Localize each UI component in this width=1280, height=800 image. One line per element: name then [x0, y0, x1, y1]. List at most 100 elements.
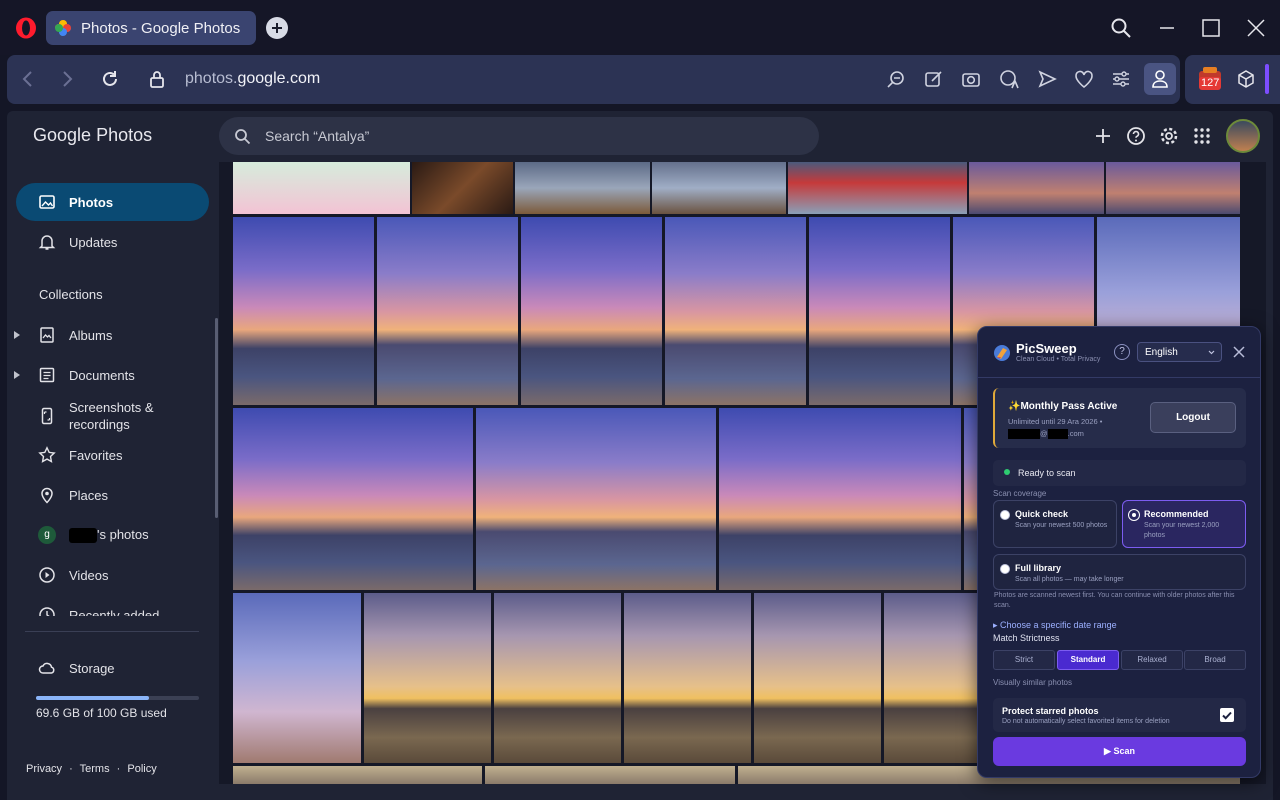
sidebar-item-albums[interactable]: Albums: [13, 316, 209, 354]
close-icon[interactable]: [1233, 346, 1245, 358]
radio-button[interactable]: [1000, 510, 1010, 520]
settings-sliders-icon[interactable]: [1110, 68, 1132, 90]
sidebar-item-photos[interactable]: Photos: [16, 183, 209, 221]
extensions-bar: 127: [1185, 55, 1280, 104]
sidebar-item-videos[interactable]: Videos: [16, 556, 209, 594]
photo-thumbnail[interactable]: [494, 593, 621, 763]
forward-icon[interactable]: [56, 68, 78, 90]
sidebar-item-documents[interactable]: Documents: [13, 356, 209, 394]
sidebar-toggle-indicator[interactable]: [1265, 64, 1269, 94]
photo-icon: [39, 195, 55, 209]
photo-thumbnail[interactable]: [233, 593, 361, 763]
strictness-strict[interactable]: Strict: [993, 650, 1055, 670]
photo-thumbnail[interactable]: [476, 408, 716, 590]
sidebar-item-updates[interactable]: Updates: [16, 223, 209, 261]
sidebar-item-recently-added[interactable]: Recently added: [16, 596, 209, 616]
strictness-relaxed[interactable]: Relaxed: [1121, 650, 1183, 670]
photo-thumbnail[interactable]: [754, 593, 881, 763]
edit-icon[interactable]: [923, 68, 945, 90]
profile-button[interactable]: [1144, 63, 1176, 95]
extensions-cube-icon[interactable]: [1236, 69, 1256, 89]
photo-thumbnail[interactable]: [809, 217, 950, 405]
photo-thumbnail[interactable]: [412, 162, 513, 214]
scan-coverage-label: Scan coverage: [993, 489, 1047, 498]
expand-caret-icon[interactable]: [13, 330, 21, 340]
photo-thumbnail[interactable]: [233, 408, 473, 590]
strictness-standard[interactable]: Standard: [1057, 650, 1119, 670]
sidebar-divider: [25, 631, 199, 632]
url-domain: google.com: [237, 70, 321, 87]
photo-thumbnail[interactable]: [624, 593, 751, 763]
terms-link[interactable]: Terms: [80, 763, 110, 775]
storage-used-text: 69.6 GB of 100 GB used: [36, 706, 167, 720]
option-title: Quick check: [1015, 509, 1069, 519]
photo-thumbnail[interactable]: [788, 162, 967, 214]
photo-thumbnail[interactable]: [665, 217, 806, 405]
language-select[interactable]: English: [1137, 342, 1222, 362]
opera-logo-icon[interactable]: [14, 16, 38, 40]
tab-search-icon[interactable]: [1109, 16, 1133, 40]
photo-thumbnail[interactable]: [719, 408, 961, 590]
photo-thumbnail[interactable]: [1106, 162, 1240, 214]
logout-button[interactable]: Logout: [1150, 402, 1236, 433]
send-icon[interactable]: [1036, 68, 1058, 90]
photo-thumbnail[interactable]: [233, 162, 410, 214]
photo-thumbnail[interactable]: [969, 162, 1104, 214]
option-full-library[interactable]: Full library Scan all photos — may take …: [993, 554, 1246, 590]
close-window-icon[interactable]: [1244, 16, 1268, 40]
policy-link[interactable]: Policy: [127, 763, 156, 775]
scan-button[interactable]: ▶ Scan: [993, 737, 1246, 766]
date-range-toggle[interactable]: ▸ Choose a specific date range: [993, 620, 1117, 631]
camera-icon[interactable]: [960, 68, 982, 90]
photo-thumbnail[interactable]: [377, 217, 518, 405]
url-text[interactable]: photos.google.com: [185, 70, 320, 88]
sidebar-item-label: Photos: [69, 194, 114, 210]
photo-thumbnail[interactable]: [485, 766, 735, 784]
album-icon: [40, 327, 54, 343]
minimize-icon[interactable]: [1155, 16, 1179, 40]
sidebar-item-favorites[interactable]: Favorites: [16, 436, 209, 474]
apps-grid-icon[interactable]: [1192, 126, 1212, 146]
sidebar-item-storage[interactable]: Storage: [16, 649, 209, 687]
sidebar-item-screenshots[interactable]: Screenshots & recordings: [16, 396, 209, 436]
new-tab-button[interactable]: [266, 17, 288, 39]
photo-thumbnail[interactable]: [652, 162, 786, 214]
add-icon[interactable]: [1093, 126, 1113, 146]
back-icon[interactable]: [17, 68, 39, 90]
radio-button-selected[interactable]: [1129, 510, 1139, 520]
help-icon[interactable]: [1126, 126, 1146, 146]
protect-checkbox[interactable]: [1220, 708, 1234, 722]
person-photos-text: 's photos: [97, 526, 149, 542]
search-input[interactable]: Search “Antalya”: [219, 117, 819, 155]
expand-caret-icon[interactable]: [13, 370, 21, 380]
sidebar-item-places[interactable]: Places: [16, 476, 209, 514]
radio-button[interactable]: [1000, 564, 1010, 574]
pass-title: ✨Monthly Pass Active: [1008, 401, 1118, 412]
protect-starred-row[interactable]: Protect starred photos Do not automatica…: [993, 698, 1246, 732]
account-avatar[interactable]: [1226, 119, 1260, 153]
browser-tab-photos[interactable]: Photos - Google Photos: [46, 11, 256, 45]
strictness-broad[interactable]: Broad: [1184, 650, 1246, 670]
option-recommended[interactable]: Recommended Scan your newest 2,000 photo…: [1122, 500, 1246, 548]
sidebar-item-person-photos[interactable]: g 's photos: [16, 516, 209, 554]
photo-thumbnail[interactable]: [233, 766, 482, 784]
privacy-link[interactable]: Privacy: [26, 763, 62, 775]
lock-icon[interactable]: [146, 68, 168, 90]
photo-thumbnail[interactable]: [233, 217, 374, 405]
find-icon[interactable]: [885, 68, 907, 90]
heart-icon[interactable]: [1073, 68, 1095, 90]
reload-icon[interactable]: [99, 68, 121, 90]
status-bar: Ready to scan: [993, 460, 1246, 486]
maximize-icon[interactable]: [1199, 16, 1223, 40]
settings-gear-icon[interactable]: [1159, 126, 1179, 146]
photo-thumbnail[interactable]: [515, 162, 650, 214]
google-photos-logo[interactable]: Google Photos: [33, 125, 152, 146]
redacted-email-domain: [1047, 429, 1068, 440]
sidebar-item-label: Updates: [69, 234, 118, 250]
option-quick-check[interactable]: Quick check Scan your newest 500 photos: [993, 500, 1117, 548]
help-button[interactable]: ?: [1114, 344, 1130, 360]
translate-icon[interactable]: [998, 68, 1020, 90]
photo-thumbnail[interactable]: [521, 217, 662, 405]
sidebar-scrollbar[interactable]: [215, 318, 218, 518]
photo-thumbnail[interactable]: [364, 593, 491, 763]
